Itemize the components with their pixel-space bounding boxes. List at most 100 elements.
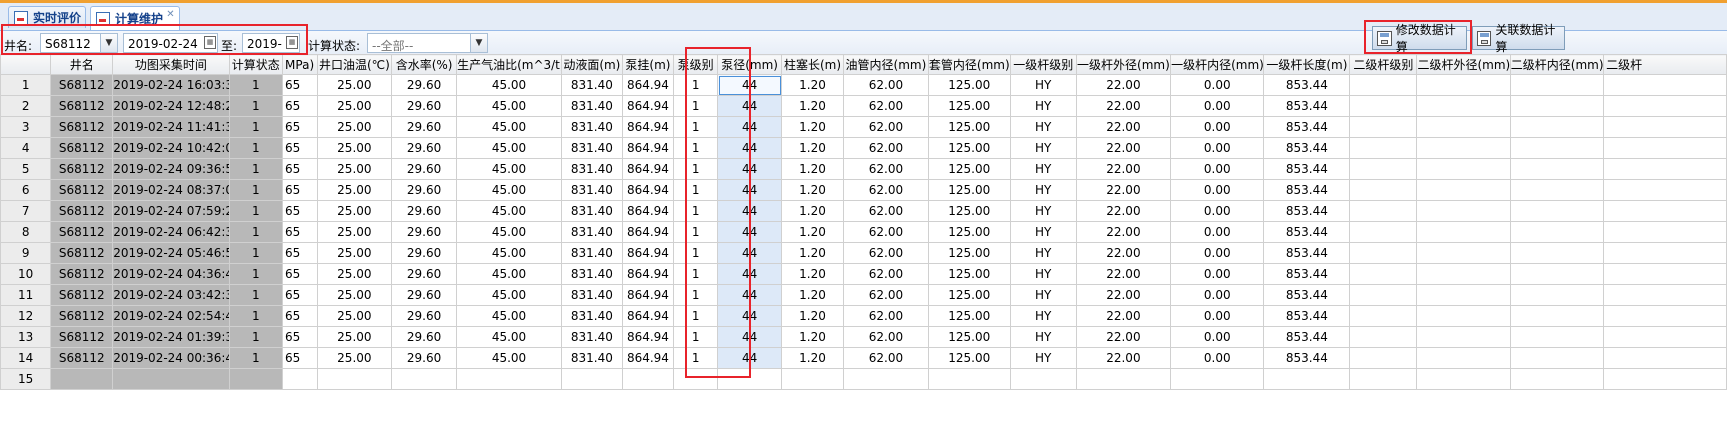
relate-data-calc-button[interactable]: 关联数据计算: [1472, 23, 1565, 54]
table-cell[interactable]: [1603, 95, 1727, 117]
table-cell[interactable]: [1349, 326, 1418, 348]
table-cell[interactable]: [1349, 137, 1418, 159]
table-cell[interactable]: 22.00: [1075, 284, 1172, 306]
table-cell[interactable]: 2019-02-24 04:36:40: [112, 263, 230, 285]
table-cell[interactable]: 853.44: [1263, 116, 1351, 138]
table-cell[interactable]: 29.60: [391, 221, 458, 243]
table-cell[interactable]: 0.00: [1170, 200, 1265, 222]
table-cell[interactable]: 1: [228, 137, 284, 159]
table-cell[interactable]: 25.00: [316, 179, 393, 201]
table-cell[interactable]: [1416, 368, 1511, 390]
table-cell[interactable]: 125.00: [927, 347, 1011, 369]
table-cell[interactable]: [1603, 221, 1727, 243]
table-cell[interactable]: 45.00: [456, 242, 562, 264]
table-cell[interactable]: 45.00: [456, 137, 562, 159]
table-cell[interactable]: 0.00: [1170, 74, 1265, 96]
column-header[interactable]: 二级杆: [1603, 54, 1727, 75]
table-cell[interactable]: 853.44: [1263, 242, 1351, 264]
table-cell[interactable]: 25.00: [316, 263, 393, 285]
calendar-icon[interactable]: ▦: [204, 36, 216, 49]
table-cell[interactable]: 22.00: [1075, 263, 1172, 285]
table-cell[interactable]: 831.40: [560, 305, 623, 327]
table-cell[interactable]: [1509, 95, 1605, 117]
table-cell[interactable]: 831.40: [560, 95, 623, 117]
table-cell[interactable]: [673, 368, 719, 390]
table-cell[interactable]: [1349, 368, 1418, 390]
table-cell[interactable]: 25.00: [316, 74, 393, 96]
table-cell[interactable]: [228, 368, 284, 390]
table-cell[interactable]: 125.00: [927, 242, 1011, 264]
table-cell[interactable]: 125.00: [927, 137, 1011, 159]
table-cell[interactable]: 62.00: [842, 326, 929, 348]
column-header[interactable]: 柱塞长(m): [781, 54, 844, 75]
table-cell[interactable]: [1603, 116, 1727, 138]
table-cell[interactable]: [1603, 326, 1727, 348]
table-cell[interactable]: 44: [717, 221, 783, 243]
table-cell[interactable]: 45.00: [456, 158, 562, 180]
table-cell[interactable]: 45.00: [456, 179, 562, 201]
table-cell[interactable]: 0.00: [1170, 326, 1265, 348]
table-cell[interactable]: 62.00: [842, 284, 929, 306]
table-cell[interactable]: 62.00: [842, 158, 929, 180]
table-cell[interactable]: HY: [1009, 137, 1077, 159]
table-cell[interactable]: [1170, 368, 1265, 390]
table-cell[interactable]: HY: [1009, 74, 1077, 96]
table-cell[interactable]: 864.94: [621, 179, 675, 201]
table-cell[interactable]: S68112: [50, 221, 114, 243]
table-cell[interactable]: [1509, 368, 1605, 390]
table-cell[interactable]: 65: [282, 284, 318, 306]
table-cell[interactable]: [1416, 305, 1511, 327]
table-cell[interactable]: [1416, 95, 1511, 117]
table-cell[interactable]: 1: [673, 74, 719, 96]
table-cell[interactable]: 853.44: [1263, 221, 1351, 243]
table-cell[interactable]: 44: [717, 347, 783, 369]
table-cell[interactable]: 831.40: [560, 74, 623, 96]
table-cell[interactable]: 125.00: [927, 95, 1011, 117]
table-cell[interactable]: 25.00: [316, 200, 393, 222]
table-cell[interactable]: [1416, 284, 1511, 306]
table-cell[interactable]: [1416, 347, 1511, 369]
column-header[interactable]: 井口油温(℃): [316, 54, 393, 75]
table-cell[interactable]: 45.00: [456, 284, 562, 306]
table-cell[interactable]: HY: [1009, 158, 1077, 180]
table-row[interactable]: 1 S68112 2019-02-24 16:03:35 1 65 25.00 29.60 4…: [0, 74, 1727, 96]
table-cell[interactable]: 831.40: [560, 116, 623, 138]
table-cell[interactable]: HY: [1009, 242, 1077, 264]
table-cell[interactable]: 2019-02-24 10:42:05: [112, 137, 230, 159]
column-header[interactable]: 功图采集时间: [112, 54, 230, 75]
table-cell[interactable]: [1603, 137, 1727, 159]
table-cell[interactable]: [1603, 368, 1727, 390]
table-cell[interactable]: 44: [717, 116, 783, 138]
table-cell[interactable]: 45.00: [456, 347, 562, 369]
table-cell[interactable]: S68112: [50, 179, 114, 201]
table-cell[interactable]: [1349, 347, 1418, 369]
table-cell[interactable]: 2019-02-24 12:48:28: [112, 95, 230, 117]
table-cell[interactable]: 45.00: [456, 221, 562, 243]
table-cell[interactable]: 44: [717, 179, 783, 201]
well-name-select[interactable]: S68112 ▼: [40, 33, 118, 53]
table-cell[interactable]: 0.00: [1170, 95, 1265, 117]
table-cell[interactable]: 25.00: [316, 158, 393, 180]
table-cell[interactable]: 1.20: [781, 221, 844, 243]
column-header[interactable]: 二级杆级别: [1349, 54, 1418, 75]
table-cell[interactable]: 65: [282, 305, 318, 327]
column-header[interactable]: 动液面(m): [560, 54, 623, 75]
table-cell[interactable]: 62.00: [842, 305, 929, 327]
table-cell[interactable]: [1416, 137, 1511, 159]
table-cell[interactable]: HY: [1009, 263, 1077, 285]
table-cell[interactable]: 25.00: [316, 242, 393, 264]
table-cell[interactable]: [1349, 284, 1418, 306]
table-cell[interactable]: 65: [282, 116, 318, 138]
table-cell[interactable]: 44: [717, 284, 783, 306]
table-cell[interactable]: 44: [717, 242, 783, 264]
table-row[interactable]: 4 S68112 2019-02-24 10:42:05 1 65 25.00 29.60 4…: [0, 137, 1727, 159]
table-cell[interactable]: 1: [228, 200, 284, 222]
table-cell[interactable]: 29.60: [391, 95, 458, 117]
column-header[interactable]: 一级杆级别: [1009, 54, 1077, 75]
table-cell[interactable]: S68112: [50, 347, 114, 369]
table-cell[interactable]: 125.00: [927, 200, 1011, 222]
table-cell[interactable]: 125.00: [927, 326, 1011, 348]
table-cell[interactable]: 831.40: [560, 200, 623, 222]
table-cell[interactable]: 853.44: [1263, 305, 1351, 327]
table-cell[interactable]: [842, 368, 929, 390]
